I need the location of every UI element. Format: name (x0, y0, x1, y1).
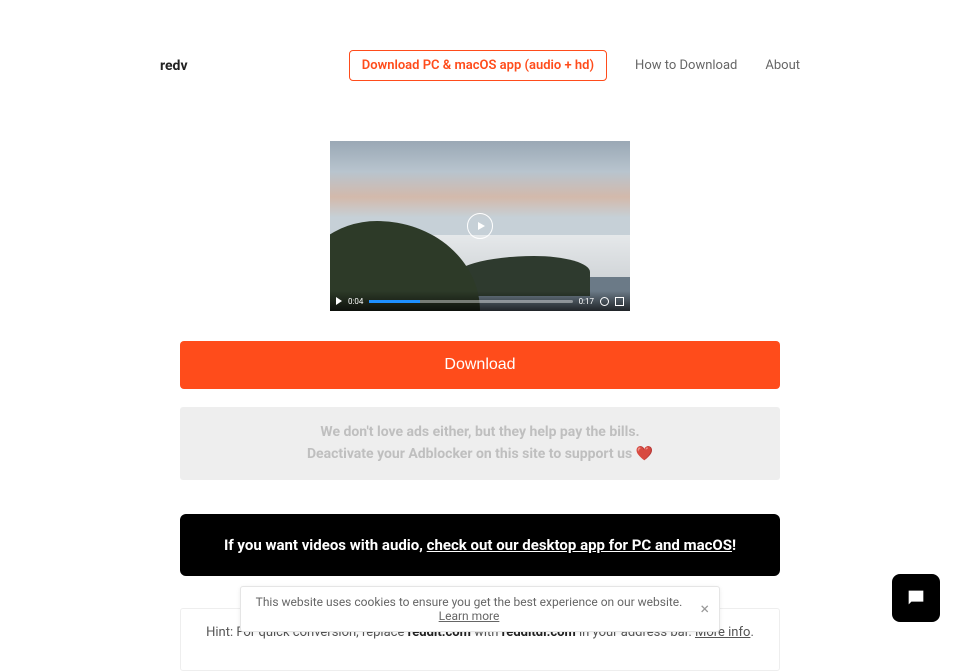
adblock-line1: We don't love ads either, but they help … (190, 421, 770, 443)
fullscreen-icon[interactable] (615, 297, 624, 306)
current-time: 0:04 (348, 297, 363, 306)
desktop-app-banner: If you want videos with audio, check out… (180, 514, 780, 576)
banner-prefix: If you want videos with audio, (224, 536, 427, 554)
cookie-text: This website uses cookies to ensure you … (256, 595, 683, 609)
cookie-banner: This website uses cookies to ensure you … (240, 586, 720, 632)
banner-suffix: ! (732, 536, 736, 554)
adblock-notice: We don't love ads either, but they help … (180, 407, 780, 480)
adblock-line2-text: Deactivate your Adblocker on this site t… (307, 446, 636, 462)
mini-play-button[interactable] (336, 297, 342, 305)
adblock-line2: Deactivate your Adblocker on this site t… (190, 443, 770, 465)
video-preview[interactable]: 0:04 0:17 (330, 141, 630, 311)
progress-bar[interactable] (369, 300, 572, 303)
desktop-app-link[interactable]: check out our desktop app for PC and mac… (427, 536, 732, 554)
about-link[interactable]: About (765, 58, 800, 73)
download-app-link[interactable]: Download PC & macOS app (audio + hd) (349, 50, 607, 81)
cookie-close-button[interactable]: × (700, 601, 709, 617)
settings-icon[interactable] (600, 297, 609, 306)
cookie-learn-more-link[interactable]: Learn more (439, 609, 500, 623)
heart-icon: ❤️ (636, 446, 653, 462)
download-button[interactable]: Download (180, 341, 780, 389)
chat-widget[interactable] (892, 574, 940, 622)
play-button[interactable] (467, 213, 493, 239)
video-preview-wrap: 0:04 0:17 (180, 101, 780, 331)
header: redv Download PC & macOS app (audio + hd… (160, 0, 800, 101)
how-to-download-link[interactable]: How to Download (635, 58, 737, 73)
progress-fill (369, 300, 420, 303)
nav: Download PC & macOS app (audio + hd) How… (349, 50, 800, 81)
brand-logo[interactable]: redv (160, 58, 188, 74)
duration: 0:17 (579, 297, 594, 306)
chat-icon (905, 587, 927, 609)
video-controls: 0:04 0:17 (330, 291, 630, 311)
